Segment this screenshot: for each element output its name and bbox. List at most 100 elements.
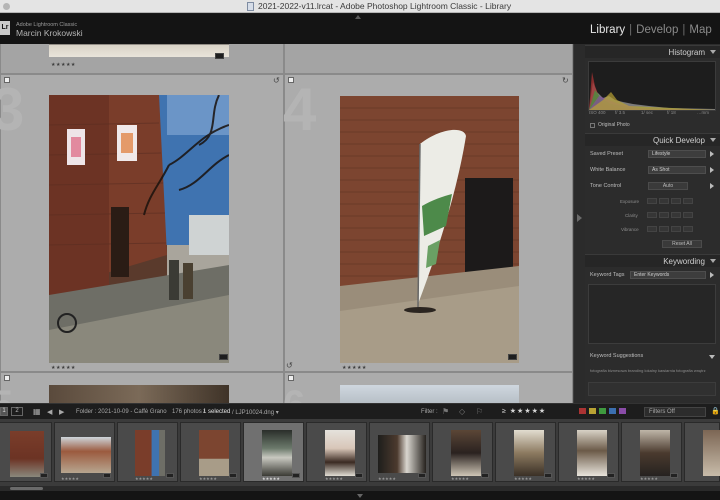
filmstrip-thumbnail[interactable] [378, 435, 426, 473]
keywording-panel-header[interactable]: Keywording [585, 254, 720, 267]
filmstrip-cell[interactable] [684, 422, 720, 482]
grid-cell-3[interactable]: 3 ↺ ★★★★★ [0, 74, 284, 372]
rotate-left-icon[interactable]: ↺ [286, 361, 293, 370]
star-rating-filter[interactable]: ≥ ★★★★★ [502, 407, 546, 415]
color-label-purple[interactable] [619, 408, 626, 414]
selection-indicator[interactable] [4, 375, 10, 381]
grid-photo[interactable] [49, 44, 229, 57]
window-close-button[interactable] [3, 3, 10, 10]
grid-photo-5[interactable] [49, 385, 229, 403]
selection-indicator[interactable] [4, 77, 10, 83]
filmstrip-thumbnail[interactable] [640, 430, 670, 476]
exposure-increase-small[interactable] [671, 198, 681, 204]
white-balance-dropdown[interactable]: As Shot [648, 166, 706, 174]
filmstrip-thumbnail[interactable] [514, 430, 544, 476]
star-rating[interactable]: ★★★★★ [342, 365, 367, 371]
suggestions-disclosure-icon[interactable] [709, 355, 715, 359]
filmstrip-cell[interactable]: ★★★★★ [306, 422, 367, 482]
star-rating[interactable]: ★★★★★ [51, 62, 76, 68]
secondary-monitor-button[interactable]: 2 [11, 407, 23, 416]
vibrance-increase-small[interactable] [671, 226, 681, 232]
keyword-tags-dropdown[interactable]: Enter Keywords [630, 271, 706, 279]
exposure-increase-large[interactable] [683, 198, 693, 204]
forward-arrow-icon[interactable]: ▶ [59, 408, 64, 416]
filmstrip-cell[interactable]: ★★★★★ [117, 422, 178, 482]
rotate-icon[interactable]: ↺ [273, 76, 280, 85]
keyword-suggestions-list[interactable]: fotografia biznesowa branding lokalny ka… [590, 368, 716, 373]
grid-view-icon[interactable]: ▦ [33, 407, 41, 416]
back-arrow-icon[interactable]: ◀ [47, 408, 52, 416]
filter-lock-icon[interactable]: 🔒 [711, 407, 720, 415]
grid-cell-top-left[interactable]: ★★★★★ [0, 44, 284, 74]
selection-indicator[interactable] [288, 375, 294, 381]
folder-path[interactable]: Folder : 2021-10-09 - Caffè Grano [76, 409, 167, 415]
filmstrip-cell-selected[interactable]: ★★★★★ [243, 422, 304, 482]
quick-develop-panel-header[interactable]: Quick Develop [585, 133, 720, 146]
pick-filter-icon[interactable]: ⚐ [476, 407, 483, 416]
filters-off-dropdown[interactable]: Filters Off [644, 407, 706, 417]
filmstrip-thumbnail[interactable] [262, 430, 292, 476]
filmstrip-cell[interactable]: ★★★★★ [432, 422, 493, 482]
filmstrip-thumbnail[interactable] [577, 430, 607, 476]
disclosure-triangle-icon[interactable] [710, 167, 714, 173]
star-rating[interactable]: ★★★★★ [51, 365, 76, 371]
vibrance-decrease-small[interactable] [659, 226, 669, 232]
grid-cell-4[interactable]: 4 ↻ ↺ ★★★★★ [283, 74, 573, 372]
filmstrip-thumbnail[interactable] [199, 430, 229, 476]
clarity-increase-large[interactable] [683, 212, 693, 218]
current-filename[interactable]: / LJP10024.dng ▾ [232, 409, 279, 416]
clarity-increase-small[interactable] [671, 212, 681, 218]
histogram-graph[interactable] [588, 61, 716, 111]
grid-cell-6[interactable]: 6 [283, 372, 573, 403]
primary-monitor-button[interactable]: 1 [0, 407, 8, 416]
reject-filter-icon[interactable]: ◇ [459, 407, 465, 416]
filmstrip-scroll-thumb[interactable] [10, 487, 43, 490]
keyword-input-area[interactable] [588, 284, 716, 344]
filmstrip-cell[interactable]: ★★★★★ [495, 422, 556, 482]
original-photo-checkbox[interactable] [590, 123, 595, 128]
filmstrip-thumbnail[interactable] [325, 430, 355, 476]
right-panel-divider[interactable] [573, 44, 585, 403]
clarity-decrease-large[interactable] [647, 212, 657, 218]
vibrance-decrease-large[interactable] [647, 226, 657, 232]
filmstrip-thumbnail[interactable] [10, 431, 44, 477]
reset-all-button[interactable]: Reset All [662, 240, 702, 248]
filmstrip-cell[interactable] [0, 422, 52, 482]
grid-cell-5[interactable]: 5 [0, 372, 284, 403]
filmstrip-cell[interactable]: ★★★★★ [558, 422, 619, 482]
grid-photo-4[interactable] [340, 96, 519, 363]
color-label-green[interactable] [599, 408, 606, 414]
vibrance-increase-large[interactable] [683, 226, 693, 232]
grid-photo-6[interactable] [340, 385, 519, 403]
exposure-decrease-large[interactable] [647, 198, 657, 204]
histogram-panel-header[interactable]: Histogram [585, 45, 720, 58]
filmstrip-cell[interactable]: ★★★★★ [621, 422, 682, 482]
selection-indicator[interactable] [288, 77, 294, 83]
panel-collapse-icon[interactable] [710, 138, 716, 142]
filmstrip-thumbnail[interactable] [135, 430, 165, 476]
collapse-right-panel-icon[interactable] [577, 214, 582, 222]
module-develop[interactable]: Develop [636, 24, 678, 36]
saved-preset-dropdown[interactable]: Lifestyle [648, 150, 706, 158]
panel-collapse-icon[interactable] [710, 259, 716, 263]
module-map[interactable]: Map [689, 24, 711, 36]
filmstrip-thumbnail[interactable] [703, 430, 720, 476]
color-label-yellow[interactable] [589, 408, 596, 414]
keyword-set-area[interactable] [588, 382, 716, 396]
filmstrip-cell[interactable]: ★★★★★ [180, 422, 241, 482]
auto-tone-button[interactable]: Auto [648, 182, 688, 190]
color-label-red[interactable] [579, 408, 586, 414]
exposure-decrease-small[interactable] [659, 198, 669, 204]
filmstrip-thumbnail[interactable] [61, 437, 111, 473]
filmstrip-cell[interactable]: ★★★★★ [369, 422, 430, 482]
filmstrip-cell[interactable]: ★★★★★ [54, 422, 115, 482]
filmstrip-thumbnail[interactable] [451, 430, 481, 476]
flag-filter-icon[interactable]: ⚑ [442, 407, 449, 416]
color-label-blue[interactable] [609, 408, 616, 414]
clarity-decrease-small[interactable] [659, 212, 669, 218]
disclosure-triangle-icon[interactable] [710, 272, 714, 278]
panel-collapse-icon[interactable] [710, 50, 716, 54]
rotate-icon[interactable]: ↻ [562, 76, 569, 85]
module-library[interactable]: Library [590, 24, 625, 36]
grid-photo-3[interactable] [49, 95, 229, 363]
